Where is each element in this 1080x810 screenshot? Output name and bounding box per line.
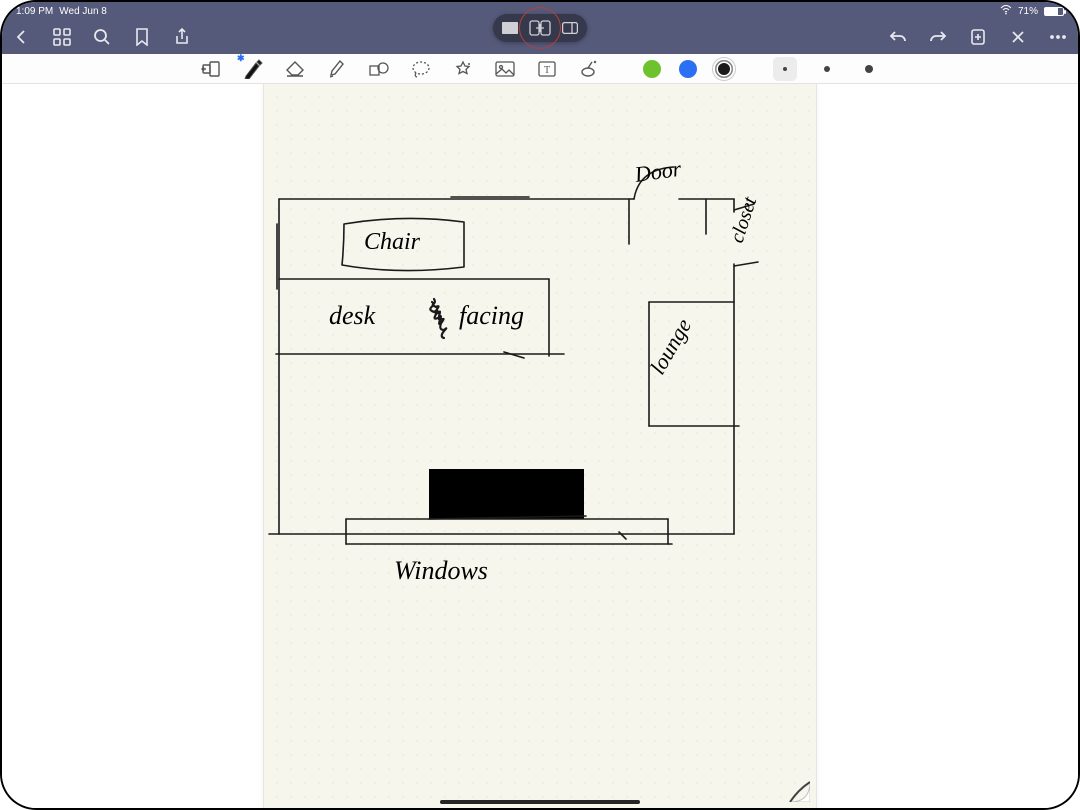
undo-icon[interactable]	[888, 27, 908, 47]
label-desk: desk	[329, 301, 376, 330]
eraser-tool-icon[interactable]	[283, 57, 307, 81]
label-door: Door	[632, 156, 683, 187]
status-date: Wed Jun 8	[59, 6, 107, 17]
svg-text:T: T	[544, 65, 550, 76]
note-page[interactable]: Door closet Chair desk facing lounge tv …	[264, 84, 816, 808]
multitask-slideover-icon[interactable]	[555, 16, 585, 40]
search-icon[interactable]	[92, 27, 112, 47]
color-swatch-green[interactable]	[643, 60, 661, 78]
battery-percent: 71%	[1018, 6, 1038, 17]
label-tv: tv	[474, 479, 492, 505]
home-indicator[interactable]	[440, 800, 640, 804]
multitask-split-icon[interactable]	[525, 16, 555, 40]
color-swatch-blue[interactable]	[679, 60, 697, 78]
more-icon[interactable]	[1048, 27, 1068, 47]
text-tool-icon[interactable]: T	[535, 57, 559, 81]
status-time: 1:09 PM	[16, 6, 53, 17]
pen-tool-icon[interactable]: ✱	[241, 57, 265, 81]
favorites-tool-icon[interactable]	[451, 57, 475, 81]
stroke-thick[interactable]	[857, 57, 881, 81]
multitask-pill[interactable]	[493, 14, 587, 42]
label-chair: Chair	[364, 229, 421, 255]
redo-icon[interactable]	[928, 27, 948, 47]
page-curl-icon	[780, 772, 810, 802]
color-swatch-black[interactable]	[715, 60, 733, 78]
bookmark-icon[interactable]	[132, 27, 152, 47]
battery-icon	[1044, 7, 1064, 16]
image-tool-icon[interactable]	[493, 57, 517, 81]
sketch-drawing: Door closet Chair desk facing lounge tv …	[264, 84, 816, 808]
label-lounge: lounge	[645, 314, 697, 379]
zoom-tool-icon[interactable]	[199, 57, 223, 81]
shape-tool-icon[interactable]	[367, 57, 391, 81]
multitask-fullscreen-icon[interactable]	[495, 16, 525, 40]
stroke-medium[interactable]	[815, 57, 839, 81]
close-icon[interactable]	[1008, 27, 1028, 47]
drawing-toolbar: ✱ T	[2, 54, 1078, 84]
stroke-thin[interactable]	[773, 57, 797, 81]
bluetooth-badge-icon: ✱	[237, 53, 245, 64]
label-windows: Windows	[394, 556, 488, 585]
back-icon[interactable]	[12, 27, 32, 47]
label-closet: closet	[726, 194, 761, 246]
share-icon[interactable]	[172, 27, 192, 47]
thumbnails-icon[interactable]	[52, 27, 72, 47]
elements-tool-icon[interactable]	[577, 57, 601, 81]
lasso-tool-icon[interactable]	[409, 57, 433, 81]
wifi-icon	[1000, 5, 1012, 18]
add-page-icon[interactable]	[968, 27, 988, 47]
highlighter-tool-icon[interactable]	[325, 57, 349, 81]
canvas-area[interactable]: Door closet Chair desk facing lounge tv …	[2, 84, 1078, 808]
label-facing: facing	[459, 301, 524, 330]
